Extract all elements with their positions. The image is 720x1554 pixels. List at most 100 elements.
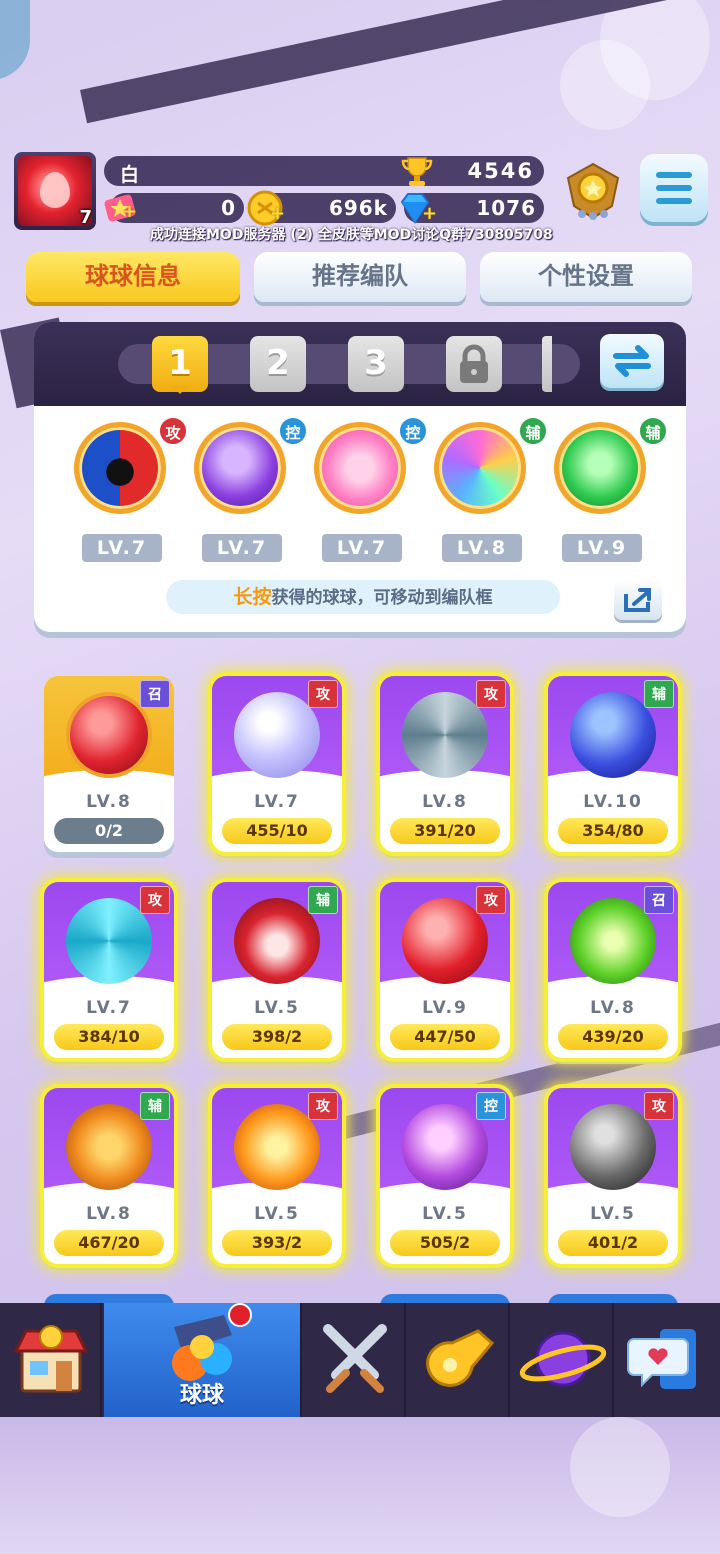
- team-ball-level: LV.7: [202, 534, 282, 562]
- nav-whistle[interactable]: [408, 1303, 510, 1417]
- role-tag: 辅: [140, 1092, 170, 1120]
- team-ball-level: LV.7: [82, 534, 162, 562]
- nav-balls[interactable]: 球球: [104, 1303, 302, 1417]
- player-avatar[interactable]: 7: [14, 152, 96, 230]
- card-level: LV.8: [590, 998, 636, 1018]
- ball-card-scythe[interactable]: 攻 LV.5 401/2: [548, 1088, 678, 1264]
- nav-battle[interactable]: [304, 1303, 406, 1417]
- hint-text: 获得的球球，可移动到编队框: [271, 588, 493, 608]
- role-badge: 攻: [158, 416, 188, 446]
- nav-balls-label: 球球: [179, 1383, 224, 1408]
- card-level: LV.7: [86, 998, 132, 1018]
- role-tag: 攻: [644, 1092, 674, 1120]
- ball-card-wind[interactable]: 攻 LV.8 391/20: [380, 676, 510, 852]
- team-slot-bar: 1 2 3: [34, 322, 686, 406]
- coins-bar[interactable]: + 696k: [247, 190, 396, 226]
- card-level: LV.5: [254, 1204, 300, 1224]
- role-tag: 辅: [644, 680, 674, 708]
- card-progress: 401/2: [558, 1230, 668, 1256]
- role-tag: 攻: [140, 886, 170, 914]
- tab-ball-info[interactable]: 球球信息: [26, 252, 240, 302]
- share-button[interactable]: [614, 580, 662, 620]
- card-progress: 354/80: [558, 818, 668, 844]
- ball-card-pumpkin[interactable]: 辅 LV.8 467/20: [44, 1088, 174, 1264]
- ball-card-bubble[interactable]: 攻 LV.7 455/10: [212, 676, 342, 852]
- card-progress: 384/10: [54, 1024, 164, 1050]
- nav-chat[interactable]: [616, 1303, 718, 1417]
- add-icon: +: [122, 201, 138, 222]
- role-badge: 辅: [638, 416, 668, 446]
- ball-card-cloud[interactable]: 控 LV.5 505/2: [380, 1088, 510, 1264]
- player-level: 7: [79, 207, 92, 228]
- card-level: LV.5: [590, 1204, 636, 1224]
- team-ball-crowd[interactable]: [434, 422, 526, 514]
- balloon-decoration: [560, 40, 650, 130]
- team-slot-3[interactable]: 3: [348, 336, 404, 392]
- card-level: LV.5: [254, 998, 300, 1018]
- role-badge: 辅: [518, 416, 548, 446]
- role-badge: 控: [398, 416, 428, 446]
- swap-arrows-icon: [613, 345, 651, 377]
- tab-recommended-team[interactable]: 推荐编队: [254, 252, 466, 302]
- name-bar: 白 4546: [104, 156, 544, 186]
- corner-icon: [0, 0, 30, 80]
- nav-shop[interactable]: [0, 1303, 102, 1417]
- player-name: 白: [120, 164, 140, 186]
- balloon-decoration: [570, 1417, 670, 1517]
- card-progress: 505/2: [390, 1230, 500, 1256]
- card-level: LV.10: [583, 792, 643, 812]
- card-level: LV.5: [422, 1204, 468, 1224]
- card-level: LV.7: [254, 792, 300, 812]
- rank-badge-icon[interactable]: [560, 158, 626, 224]
- team-slot-1[interactable]: 1: [152, 336, 208, 394]
- bottom-background: [0, 1417, 720, 1554]
- ball-card-lightning[interactable]: 攻 LV.9 447/50: [380, 882, 510, 1058]
- team-ball-level: LV.8: [442, 534, 522, 562]
- ball-card-swap[interactable]: 辅 LV.10 354/80: [548, 676, 678, 852]
- role-tag: 召: [644, 886, 674, 914]
- card-level: LV.9: [422, 998, 468, 1018]
- card-progress: 455/10: [222, 818, 332, 844]
- team-panel: 1 2 3 攻 LV.7 控 LV.7 控 LV.7 辅 LV.8 辅 LV.9…: [34, 322, 686, 632]
- role-tag: 召: [140, 680, 170, 708]
- stars-count: 0: [221, 196, 236, 220]
- tab-personal-settings[interactable]: 个性设置: [480, 252, 692, 302]
- nav-planet[interactable]: [512, 1303, 614, 1417]
- card-progress: 398/2: [222, 1024, 332, 1050]
- ball-card-cannon[interactable]: 召 LV.8 0/2: [44, 676, 174, 852]
- team-ball-butterfly[interactable]: [194, 422, 286, 514]
- ball-card-radiation[interactable]: 召 LV.8 439/20: [548, 882, 678, 1058]
- add-icon: +: [422, 203, 438, 224]
- team-slot-partial: [542, 336, 552, 392]
- planet-icon: [519, 1331, 607, 1387]
- team-slot-2[interactable]: 2: [250, 336, 306, 392]
- team-slot-locked[interactable]: [446, 336, 502, 392]
- team-ball-heart[interactable]: [314, 422, 406, 514]
- trophy-icon: [401, 157, 433, 186]
- card-progress: 0/2: [54, 818, 164, 844]
- role-badge: 控: [278, 416, 308, 446]
- role-tag: 攻: [308, 1092, 338, 1120]
- ball-card-whirlpool[interactable]: 攻 LV.7 384/10: [44, 882, 174, 1058]
- gems-count: 1076: [476, 196, 536, 220]
- card-progress: 447/50: [390, 1024, 500, 1050]
- hint-highlight: 长按: [233, 586, 272, 608]
- ball-card-sun[interactable]: 攻 LV.5 393/2: [212, 1088, 342, 1264]
- drag-hint: 长按获得的球球，可移动到编队框: [166, 580, 560, 614]
- share-icon: [624, 588, 651, 612]
- whistle-icon: [426, 1329, 495, 1387]
- trophy-count: 4546: [467, 159, 534, 183]
- team-ball-level: LV.9: [562, 534, 642, 562]
- role-tag: 攻: [476, 680, 506, 708]
- ball-card-fang[interactable]: 辅 LV.5 398/2: [212, 882, 342, 1058]
- menu-button[interactable]: [640, 154, 708, 222]
- team-ball-star-arrow[interactable]: [554, 422, 646, 514]
- swap-team-button[interactable]: [600, 334, 664, 388]
- card-progress: 467/20: [54, 1230, 164, 1256]
- card-level: LV.8: [86, 1204, 132, 1224]
- role-tag: 攻: [308, 680, 338, 708]
- team-ball-opera-mask[interactable]: [74, 422, 166, 514]
- stars-bar[interactable]: + 0: [104, 193, 244, 223]
- gems-bar[interactable]: + 1076: [400, 193, 544, 224]
- shop-icon: [13, 1325, 89, 1393]
